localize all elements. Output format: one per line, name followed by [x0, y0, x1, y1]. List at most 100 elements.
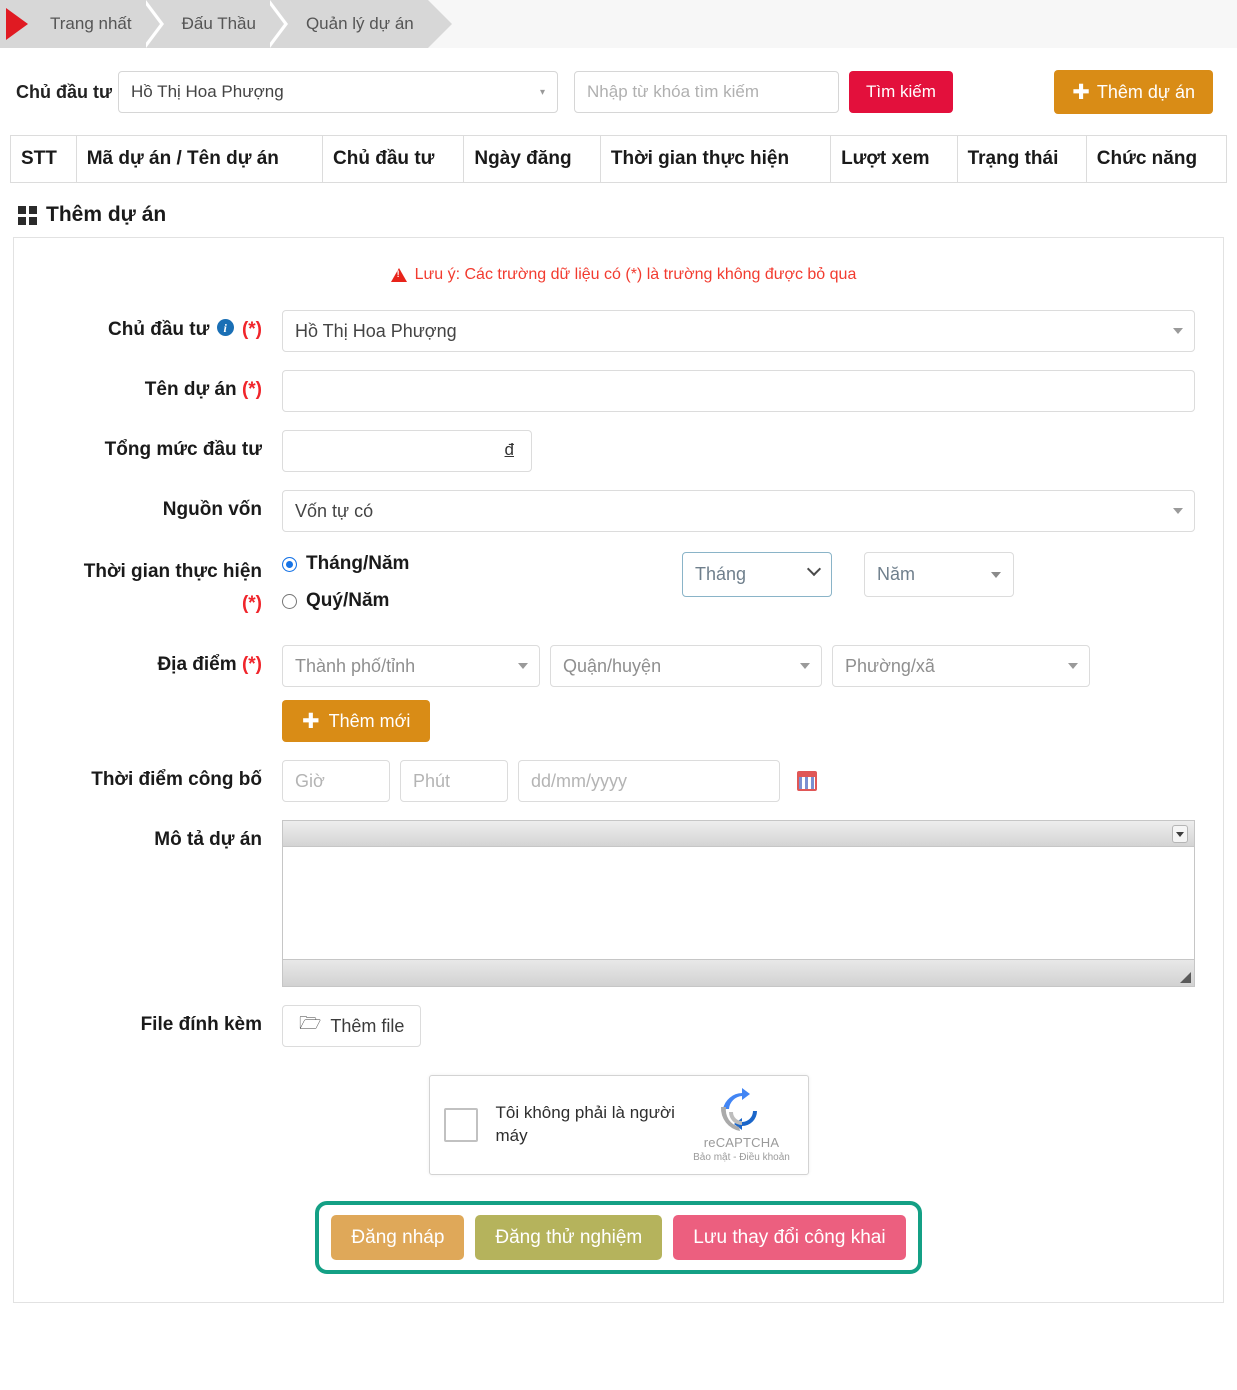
province-select-value: Thành phố/tỉnh [295, 655, 416, 676]
breadcrumb-item-project-management[interactable]: Quản lý dự án [292, 0, 428, 48]
chevron-down-icon [806, 561, 822, 577]
save-public-button[interactable]: Lưu thay đổi công khai [673, 1215, 906, 1260]
publish-minute-input[interactable] [400, 760, 508, 802]
chevron-down-icon [1068, 663, 1078, 669]
province-select[interactable]: Thành phố/tỉnh [282, 645, 540, 687]
info-icon[interactable]: i [216, 319, 234, 337]
chevron-down-icon [1173, 508, 1183, 514]
plus-icon: ✚ [302, 709, 320, 733]
save-draft-button[interactable]: Đăng nháp [331, 1215, 465, 1260]
description-textarea[interactable] [283, 847, 1194, 959]
radio-selected-icon [282, 556, 297, 572]
total-investment-wrapper: đ [282, 430, 532, 472]
table-header-row: STT Mã dự án / Tên dự án Chủ đầu tư Ngày… [10, 135, 1228, 183]
section-title-text: Thêm dự án [46, 203, 167, 226]
table-col-views: Lượt xem [830, 135, 958, 183]
field-row-publish-time: Thời điểm công bố [14, 760, 1223, 802]
funding-source-select[interactable]: Vốn tự có [282, 490, 1195, 532]
total-investment-input[interactable] [282, 430, 532, 472]
field-row-project-name: Tên dự án (*) [14, 370, 1223, 412]
editor-toolbar [283, 821, 1194, 847]
chevron-down-icon [518, 663, 528, 669]
publish-date-input[interactable] [518, 760, 780, 802]
add-file-button[interactable]: 🗁 Thêm file [282, 1005, 422, 1047]
recaptcha-brand: reCAPTCHA Bảo mật - Điều khoản [690, 1087, 794, 1163]
period-radio-quarter-year[interactable]: Quý/Năm [282, 590, 682, 612]
recaptcha-logo-icon [719, 1087, 765, 1133]
publish-time-label: Thời điểm công bố [91, 769, 262, 790]
recaptcha-brand-text: reCAPTCHA [703, 1135, 780, 1150]
month-select[interactable]: Tháng [682, 552, 832, 597]
recaptcha-section: Tôi không phải là người máy reCAPTCHA Bả… [14, 1075, 1223, 1175]
publish-hour-input[interactable] [282, 760, 390, 802]
location-label-text: Địa điểm [157, 654, 237, 675]
ward-select[interactable]: Phường/xã [832, 645, 1090, 687]
year-select-value: Năm [877, 564, 916, 584]
table-col-actions: Chức năng [1085, 135, 1228, 183]
location-required-mark: (*) [241, 654, 262, 675]
total-investment-label: Tổng mức đầu tư [104, 439, 262, 460]
breadcrumb-arrow-icon [0, 0, 36, 48]
recaptcha-checkbox[interactable] [443, 1108, 478, 1142]
funding-source-label: Nguồn vốn [162, 499, 262, 520]
period-required-mark: (*) [241, 593, 262, 614]
table-col-status: Trạng thái [956, 135, 1087, 183]
add-location-label: Thêm mới [328, 710, 411, 731]
add-project-label: Thêm dự án [1096, 81, 1195, 102]
warning-icon [390, 268, 407, 282]
calendar-icon[interactable] [797, 771, 817, 791]
period-option-quarter-label: Quý/Năm [306, 590, 390, 611]
month-select-value: Tháng [695, 564, 747, 584]
description-editor [282, 820, 1195, 987]
plus-icon: ✚ [1072, 80, 1090, 104]
page-root: Trang nhất Đấu Thầu Quản lý dự án Chủ đầ… [0, 0, 1237, 1390]
table-col-code-name: Mã dự án / Tên dự án [75, 135, 324, 183]
chevron-right-icon [265, 0, 292, 48]
field-row-location: Địa điểm (*) Thành phố/tỉnh Quận/huyện P… [14, 645, 1223, 742]
required-fields-note: Lưu ý: Các trường dữ liệu có (*) là trườ… [14, 266, 1223, 284]
projects-table: STT Mã dự án / Tên dự án Chủ đầu tư Ngày… [0, 135, 1237, 183]
required-note-text: Lưu ý: Các trường dữ liệu có (*) là trườ… [414, 266, 857, 283]
year-select[interactable]: Năm [864, 552, 1014, 597]
grid-squares-icon [18, 205, 37, 225]
project-name-label-text: Tên dự án [144, 379, 237, 400]
field-row-total-investment: Tổng mức đầu tư đ [14, 430, 1223, 472]
period-radio-month-year[interactable]: Tháng/Năm [282, 553, 682, 575]
filter-toolbar: Chủ đầu tư Hồ Thị Hoa Phượng ▾ Tìm kiếm … [0, 48, 1237, 135]
add-project-form: Lưu ý: Các trường dữ liệu có (*) là trườ… [13, 237, 1224, 1303]
period-label-text: Thời gian thực hiện [83, 561, 262, 582]
breadcrumb-item-home[interactable]: Trang nhất [36, 0, 146, 48]
form-actions: Đăng nháp Đăng thử nghiệm Lưu thay đổi c… [14, 1201, 1223, 1274]
investor-select[interactable]: Hồ Thị Hoa Phượng [282, 310, 1195, 352]
publish-test-button[interactable]: Đăng thử nghiệm [475, 1215, 663, 1260]
chevron-down-icon [991, 571, 1001, 578]
add-project-section-title: Thêm dự án [0, 183, 1237, 237]
chevron-down-icon [800, 663, 810, 669]
editor-toolbar-expand-icon[interactable] [1172, 825, 1188, 843]
period-option-month-label: Tháng/Năm [306, 553, 410, 574]
chevron-down-icon: ▾ [540, 86, 546, 98]
add-location-button[interactable]: ✚ Thêm mới [282, 700, 431, 742]
filter-investor-select[interactable]: Hồ Thị Hoa Phượng ▾ [118, 71, 559, 113]
field-row-description: Mô tả dự án [14, 820, 1223, 987]
folder-open-icon: 🗁 [299, 1013, 322, 1033]
projects-table-element: STT Mã dự án / Tên dự án Chủ đầu tư Ngày… [10, 135, 1228, 183]
add-file-label: Thêm file [330, 1015, 405, 1036]
breadcrumb-item-bidding[interactable]: Đấu Thầu [168, 0, 270, 48]
period-radio-group: Tháng/Năm Quý/Năm [282, 550, 682, 627]
filter-investor-value: Hồ Thị Hoa Phượng [131, 82, 284, 101]
search-button[interactable]: Tìm kiếm [849, 71, 953, 113]
project-name-input[interactable] [282, 370, 1195, 412]
search-input[interactable] [574, 71, 840, 113]
recaptcha-links[interactable]: Bảo mật - Điều khoản [690, 1152, 794, 1163]
investor-label-text: Chủ đầu tư [108, 319, 210, 340]
district-select[interactable]: Quận/huyện [550, 645, 822, 687]
breadcrumb-band: Trang nhất Đấu Thầu Quản lý dự án [0, 0, 452, 48]
actions-highlight-box: Đăng nháp Đăng thử nghiệm Lưu thay đổi c… [315, 1201, 922, 1274]
table-col-investor: Chủ đầu tư [322, 135, 465, 183]
table-col-stt: STT [10, 135, 77, 183]
add-project-button[interactable]: ✚ Thêm dự án [1054, 70, 1213, 114]
resize-handle-icon[interactable] [1180, 972, 1191, 983]
project-name-required-mark: (*) [241, 379, 262, 400]
location-label: Địa điểm (*) [24, 645, 282, 685]
